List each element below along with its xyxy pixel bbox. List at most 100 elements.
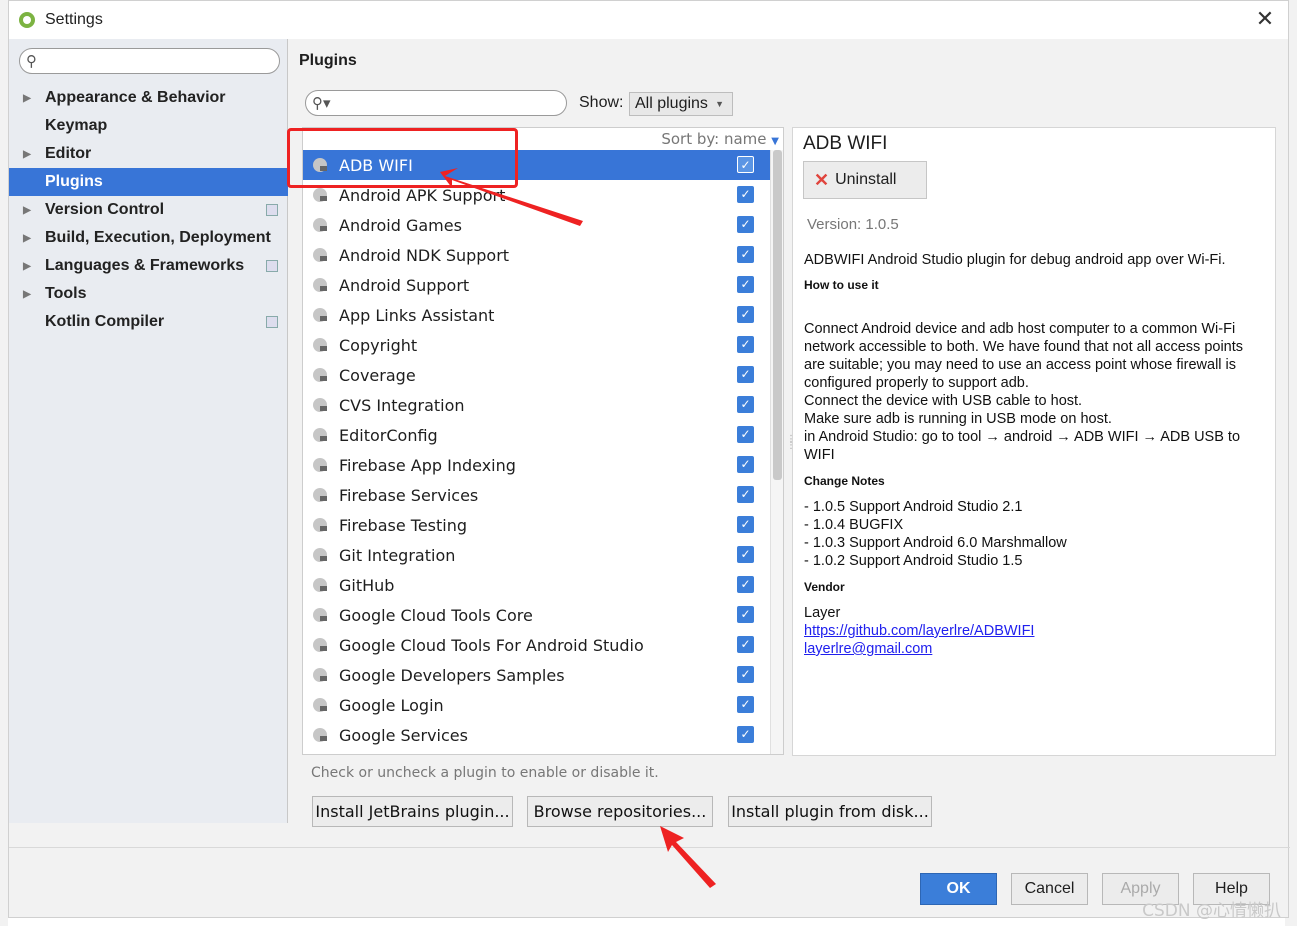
plugin-list-item[interactable]: Copyright ✓: [303, 330, 783, 360]
expand-arrow-icon[interactable]: ▶: [9, 205, 45, 216]
plugin-enabled-checkbox[interactable]: ✓: [737, 366, 754, 383]
plugin-enabled-checkbox[interactable]: ✓: [737, 696, 754, 713]
plugin-list-item[interactable]: Google Developers Samples ✓: [303, 660, 783, 690]
vendor-url-link[interactable]: https://github.com/layerlre/ADBWIFI: [804, 622, 1264, 640]
plugin-name: App Links Assistant: [339, 305, 495, 325]
plugin-list-item[interactable]: EditorConfig ✓: [303, 420, 783, 450]
sidebar-item-build-execution-deployment[interactable]: ▶ Build, Execution, Deployment: [9, 224, 288, 252]
plugin-icon: [311, 666, 329, 684]
show-filter-dropdown[interactable]: All plugins ▼: [629, 92, 733, 116]
plugin-name: GitHub: [339, 575, 395, 595]
plugin-list-item[interactable]: Firebase Testing ✓: [303, 510, 783, 540]
plugin-icon: [311, 516, 329, 534]
expand-arrow-icon[interactable]: ▶: [9, 233, 45, 244]
search-icon: ⚲▾: [312, 94, 331, 112]
sidebar-item-appearance-behavior[interactable]: ▶ Appearance & Behavior: [9, 84, 288, 112]
browse-repositories-button[interactable]: Browse repositories...: [527, 796, 713, 827]
sidebar-item-keymap[interactable]: Keymap: [9, 112, 288, 140]
plugin-list-item[interactable]: Google Login ✓: [303, 690, 783, 720]
plugin-enabled-checkbox[interactable]: ✓: [737, 186, 754, 203]
how-to-line: Make sure adb is running in USB mode on …: [804, 411, 1112, 427]
plugin-list-item[interactable]: Google Cloud Tools For Android Studio ✓: [303, 630, 783, 660]
plugin-name: Android APK Support: [339, 185, 506, 205]
sidebar-item-label: Plugins: [45, 173, 103, 190]
settings-sidebar: ⚲ ▶ Appearance & Behavior Keymap ▶ Editor Plu…: [9, 39, 288, 823]
plugin-enabled-checkbox[interactable]: ✓: [737, 276, 754, 293]
plugin-list-item[interactable]: Android Support ✓: [303, 270, 783, 300]
plugin-list-item[interactable]: Coverage ✓: [303, 360, 783, 390]
plugin-enabled-checkbox[interactable]: ✓: [737, 306, 754, 323]
vendor-heading: Vendor: [804, 580, 845, 594]
plugin-enabled-checkbox[interactable]: ✓: [737, 246, 754, 263]
plugin-enabled-checkbox[interactable]: ✓: [737, 636, 754, 653]
plugin-name: Google Developers Samples: [339, 665, 565, 685]
plugin-list-item[interactable]: GitHub ✓: [303, 570, 783, 600]
plugin-enabled-checkbox[interactable]: ✓: [737, 216, 754, 233]
scrollbar-thumb[interactable]: [773, 150, 782, 480]
expand-arrow-icon[interactable]: ▶: [9, 289, 45, 300]
splitter-handle[interactable]: ⋮ ⋮: [786, 435, 796, 455]
plugin-list-item[interactable]: Git Integration ✓: [303, 540, 783, 570]
plugin-detail-title: ADB WIFI: [803, 133, 888, 154]
vendor-email-link[interactable]: layerlre@gmail.com: [804, 640, 1264, 658]
sidebar-item-languages-frameworks[interactable]: ▶ Languages & Frameworks: [9, 252, 288, 280]
install-plugin-from-disk-button[interactable]: Install plugin from disk...: [728, 796, 932, 827]
plugin-search-input[interactable]: ⚲▾: [305, 90, 567, 116]
expand-arrow-icon[interactable]: ▶: [9, 149, 45, 160]
search-icon: ⚲: [26, 52, 37, 70]
plugin-enabled-checkbox[interactable]: ✓: [737, 576, 754, 593]
close-icon[interactable]: ✕: [1254, 9, 1276, 31]
sidebar-item-label: Build, Execution, Deployment: [45, 229, 271, 246]
sidebar-item-plugins[interactable]: Plugins: [9, 168, 288, 196]
plugin-enabled-checkbox[interactable]: ✓: [737, 606, 754, 623]
cancel-button[interactable]: Cancel: [1011, 873, 1088, 905]
plugin-enabled-checkbox[interactable]: ✓: [737, 156, 754, 173]
plugin-icon: [311, 186, 329, 204]
plugin-enabled-checkbox[interactable]: ✓: [737, 336, 754, 353]
expand-arrow-icon[interactable]: ▶: [9, 261, 45, 272]
chevron-down-icon: ▼: [715, 99, 724, 109]
sidebar-item-label: Languages & Frameworks: [45, 257, 245, 274]
project-scope-icon: [266, 260, 278, 272]
project-scope-icon: [266, 316, 278, 328]
plugin-list-item[interactable]: Android NDK Support ✓: [303, 240, 783, 270]
sidebar-item-editor[interactable]: ▶ Editor: [9, 140, 288, 168]
change-note-item: - 1.0.2 Support Android Studio 1.5: [804, 553, 1023, 569]
plugin-icon: [311, 336, 329, 354]
plugin-enabled-checkbox[interactable]: ✓: [737, 456, 754, 473]
ok-button[interactable]: OK: [920, 873, 997, 905]
android-studio-icon: [19, 12, 35, 28]
expand-arrow-icon[interactable]: ▶: [9, 93, 45, 104]
sidebar-item-tools[interactable]: ▶ Tools: [9, 280, 288, 308]
title-bar: Settings: [9, 1, 1288, 39]
plugin-list-item[interactable]: CVS Integration ✓: [303, 390, 783, 420]
plugin-enabled-checkbox[interactable]: ✓: [737, 666, 754, 683]
sidebar-item-version-control[interactable]: ▶ Version Control: [9, 196, 288, 224]
plugin-icon: [311, 546, 329, 564]
plugin-list-item[interactable]: App Links Assistant ✓: [303, 300, 783, 330]
plugin-enabled-checkbox[interactable]: ✓: [737, 726, 754, 743]
plugin-enabled-checkbox[interactable]: ✓: [737, 546, 754, 563]
plugin-rows: ADB WIFI ✓ Android APK Support ✓ Android Gam…: [303, 150, 783, 750]
sidebar-item-kotlin-compiler[interactable]: Kotlin Compiler: [9, 308, 288, 336]
plugin-list-item[interactable]: Firebase Services ✓: [303, 480, 783, 510]
plugin-list-item[interactable]: Firebase App Indexing ✓: [303, 450, 783, 480]
uninstall-button[interactable]: ✕ Uninstall: [803, 161, 927, 199]
change-notes-list: - 1.0.5 Support Android Studio 2.1 - 1.0.…: [804, 498, 1264, 570]
plugin-list-item[interactable]: Google Cloud Tools Core ✓: [303, 600, 783, 630]
plugin-version: Version: 1.0.5: [807, 216, 899, 233]
plugin-enabled-checkbox[interactable]: ✓: [737, 396, 754, 413]
background-ide-left: [0, 0, 8, 926]
settings-search-input[interactable]: ⚲: [19, 48, 280, 74]
plugin-name: Google Services: [339, 725, 468, 745]
plugin-enabled-checkbox[interactable]: ✓: [737, 426, 754, 443]
how-to-line: configured properly to support adb.: [804, 375, 1029, 391]
plugin-list-item[interactable]: Android Games ✓: [303, 210, 783, 240]
install-jetbrains-plugin-button[interactable]: Install JetBrains plugin...: [312, 796, 513, 827]
plugin-enabled-checkbox[interactable]: ✓: [737, 516, 754, 533]
plugin-name: Git Integration: [339, 545, 456, 565]
plugin-icon: [311, 246, 329, 264]
plugin-list-scrollbar[interactable]: [770, 150, 783, 754]
plugin-enabled-checkbox[interactable]: ✓: [737, 486, 754, 503]
plugin-list-item[interactable]: Google Services ✓: [303, 720, 783, 750]
